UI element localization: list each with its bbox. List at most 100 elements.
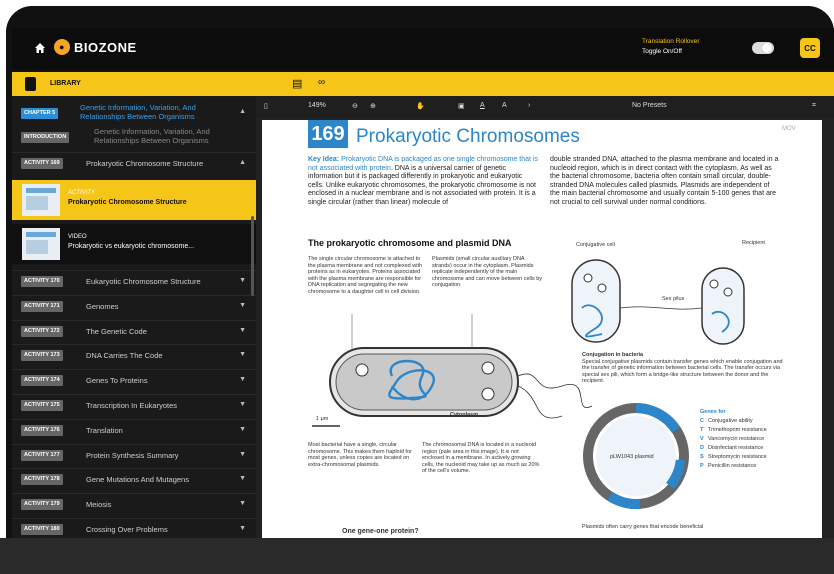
- chevron-down-icon[interactable]: ▼: [239, 327, 246, 334]
- zoom-out-icon[interactable]: ⊖: [352, 102, 358, 110]
- chromosome-caption: The single circular chromosome is attach…: [308, 256, 423, 295]
- chevron-up-icon[interactable]: ▲: [239, 159, 246, 166]
- text-tool-icon[interactable]: A: [480, 102, 485, 109]
- bookmark-icon[interactable]: [25, 77, 36, 91]
- activity-pill: ACTIVITY 175: [21, 400, 63, 411]
- activity-title: Eukaryotic Chromosome Structure: [86, 277, 201, 286]
- hand-tool-icon[interactable]: ✋: [416, 102, 425, 110]
- activity-row[interactable]: ACTIVITY 170 Eukaryotic Chromosome Struct…: [12, 270, 256, 293]
- activity-row[interactable]: ACTIVITY 172 The Genetic Code ▼: [12, 319, 256, 343]
- presets-label[interactable]: No Presets: [632, 102, 667, 109]
- user-avatar[interactable]: CC: [800, 38, 820, 58]
- sidebar-scrollbar[interactable]: [251, 216, 254, 296]
- gene-code: T: [700, 427, 704, 433]
- gene-item: S Streptomycin resistance: [700, 453, 767, 462]
- logo-mark-icon: ●: [54, 39, 70, 55]
- device-bottom-bezel: [0, 538, 834, 574]
- chevron-down-icon[interactable]: ▼: [239, 475, 246, 482]
- card-activity[interactable]: ACTIVITY Prokaryotic Chromosome Structur…: [12, 180, 256, 220]
- activity-row[interactable]: ACTIVITY 179 Meiosis ▼: [12, 493, 256, 516]
- gene-item: T Trimethoprim resistance: [700, 426, 767, 435]
- card-title: Prokaryotic vs eukaryotic chromosome...: [68, 243, 195, 250]
- activity-title: Genomes: [86, 301, 119, 311]
- gene-name: Conjugative ability: [708, 418, 753, 424]
- chevron-down-icon[interactable]: ▼: [239, 500, 246, 507]
- translation-subtitle: Toggle On/Off: [642, 48, 682, 55]
- library-label[interactable]: LIBRARY: [50, 80, 81, 87]
- zoom-in-icon[interactable]: ⊕: [370, 102, 376, 110]
- chapter-title-line2: Relationships Between Organisms: [80, 112, 195, 121]
- gene-code: C: [700, 418, 704, 424]
- activity-title: The Genetic Code: [86, 326, 147, 336]
- sidebar: CHAPTER 5 Genetic Information, Variation…: [12, 96, 256, 538]
- conjugation-diagram: [571, 259, 745, 345]
- chevron-down-icon[interactable]: ▼: [239, 525, 246, 532]
- gene-list: C Conjugative ability T Trimethoprim resist…: [700, 417, 767, 471]
- chapter-title-line1: Genetic Information, Variation, And: [80, 103, 196, 112]
- plasmid-diagram: [583, 403, 689, 510]
- next-icon[interactable]: ›: [528, 102, 530, 109]
- activity-pill: ACTIVITY 169: [21, 158, 63, 169]
- document-viewer: ▯ 149% ⊖ ⊕ ✋ ▣ A A › No Presets ⌗ 169 Pr…: [256, 96, 834, 538]
- chevron-down-icon[interactable]: ▼: [239, 426, 246, 433]
- gene-name: Penicillin resistance: [708, 463, 757, 469]
- activity-row[interactable]: ACTIVITY 175 Transcription In Eukaryotes ▼: [12, 394, 256, 417]
- introduction-title-line1: Genetic Information, Variation, And: [94, 127, 210, 136]
- gene-code: S: [700, 454, 704, 460]
- key-idea: Key Idea: Prokaryotic DNA is packaged as…: [308, 156, 540, 207]
- gene-name: Vancomycin resistance: [708, 436, 765, 442]
- activity-title: Meiosis: [86, 500, 112, 510]
- activity-row[interactable]: ACTIVITY 177 Protein Synthesis Summary ▼: [12, 443, 256, 467]
- conjugative-label: Conjugative cell: [576, 242, 615, 248]
- recipient-label: Recipient: [742, 240, 765, 246]
- chevron-down-icon[interactable]: ▼: [239, 376, 246, 383]
- chevron-up-icon[interactable]: ▲: [239, 108, 246, 115]
- introduction-row[interactable]: INTRODUCTION Genetic Information, Variat…: [12, 126, 256, 148]
- activity-row[interactable]: ACTIVITY 173 DNA Carries The Code ▼: [12, 344, 256, 367]
- video-thumbnail: [22, 228, 60, 260]
- activity-row[interactable]: ACTIVITY 178 Gene Mutations And Mutagens ▼: [12, 468, 256, 491]
- translation-toggle[interactable]: [752, 42, 774, 54]
- biozone-logo[interactable]: ● BIOZONE: [54, 39, 137, 55]
- chapter-row[interactable]: CHAPTER 5 Genetic Information, Variation…: [12, 102, 256, 124]
- document-icon[interactable]: ▯: [264, 102, 268, 110]
- text-size-icon[interactable]: A: [502, 102, 507, 109]
- activity-title: Translation: [86, 425, 123, 435]
- bottom-caption-2: The chromosomal DNA is located in a nucl…: [422, 442, 540, 475]
- book-icon[interactable]: ▤: [292, 77, 302, 90]
- activity-row[interactable]: ACTIVITY 174 Genes To Proteins ▼: [12, 369, 256, 392]
- current-activity-row[interactable]: ACTIVITY 169 Prokaryotic Chromosome Stru…: [12, 152, 256, 175]
- conjugation-heading: Conjugation in bacteria: [582, 352, 644, 358]
- viewer-toolbar: ▯ 149% ⊖ ⊕ ✋ ▣ A A › No Presets ⌗: [256, 96, 834, 118]
- activity-pill: ACTIVITY 171: [21, 300, 63, 312]
- link-icon[interactable]: ∞: [318, 77, 325, 88]
- chevron-down-icon[interactable]: ▼: [239, 351, 246, 358]
- activity-title: DNA Carries The Code: [86, 351, 163, 361]
- card-title: Prokaryotic Chromosome Structure: [68, 199, 187, 206]
- activity-pill: ACTIVITY 173: [21, 350, 63, 362]
- conjugation-text: Special conjugative plasmids contain tra…: [582, 358, 783, 385]
- activity-row[interactable]: ACTIVITY 176 Translation ▼: [12, 418, 256, 442]
- chevron-down-icon[interactable]: ▼: [239, 302, 246, 309]
- gene-code: V: [700, 436, 704, 442]
- activity-title: Crossing Over Problems: [86, 525, 168, 534]
- right-paragraph: double stranded DNA, attached to the pla…: [550, 156, 779, 206]
- chevron-down-icon[interactable]: ▼: [239, 277, 246, 284]
- key-idea-label: Key Idea:: [308, 156, 340, 163]
- logo-text: BIOZONE: [74, 39, 137, 55]
- conjugation-caption: Conjugation in bacteria Special conjugat…: [582, 352, 788, 385]
- card-video[interactable]: VIDEO Prokaryotic vs eukaryotic chromoso…: [12, 224, 256, 264]
- activity-thumbnail: [22, 184, 60, 216]
- home-icon[interactable]: [34, 42, 46, 54]
- scale-label: 1 μm: [316, 416, 329, 422]
- chevron-down-icon[interactable]: ▼: [239, 401, 246, 408]
- gene-legend: Genes for C Conjugative ability T Trimethop…: [700, 408, 767, 471]
- chevron-down-icon[interactable]: ▼: [239, 451, 246, 458]
- activity-row[interactable]: ACTIVITY 171 Genomes ▼: [12, 294, 256, 318]
- fullscreen-icon[interactable]: ⌗: [812, 102, 816, 110]
- gene-name: Disinfectant resistance: [708, 445, 764, 451]
- zoom-level[interactable]: 149%: [308, 102, 326, 109]
- highlight-icon[interactable]: ▣: [458, 102, 465, 110]
- bottom-caption-1: Most bacterial have a single, circular c…: [308, 442, 412, 468]
- activity-row[interactable]: ACTIVITY 180 Crossing Over Problems ▼: [12, 518, 256, 538]
